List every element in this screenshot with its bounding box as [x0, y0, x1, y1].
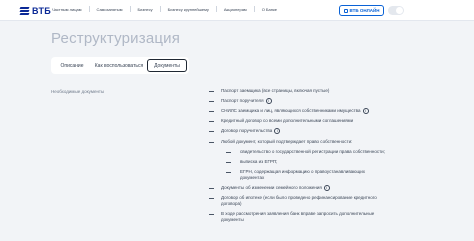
documents-list: Паспорт заемщика (все страницы, включая …: [209, 88, 389, 227]
nav-divider: [129, 6, 131, 12]
info-icon[interactable]: i: [265, 98, 272, 104]
required-documents-label: Необходимые документы: [51, 89, 105, 94]
dash-bullet: [226, 151, 231, 153]
nav-item-selfemployed[interactable]: Самозанятым: [97, 7, 123, 12]
document-text: выписка из ЕГРП;: [240, 158, 278, 164]
nav-item-shareholders[interactable]: Акционерам: [224, 7, 247, 12]
document-subitem: ЕГРН, содержащая информацию о правоустан…: [209, 169, 389, 181]
dash-bullet: [209, 121, 214, 123]
nav-divider: [159, 6, 161, 12]
document-text: СНИЛС заемщика и лиц, являющихся собстве…: [221, 108, 361, 114]
login-button-label: ВТБ ОНЛАЙН: [349, 8, 380, 13]
main-nav: Частным лицам Самозанятым Бизнесу Бизнес…: [52, 6, 284, 12]
dash-bullet: [209, 111, 214, 112]
nav-item-private[interactable]: Частным лицам: [52, 7, 82, 12]
accessibility-toggle[interactable]: [388, 6, 404, 15]
document-item: Договор поручительства i: [209, 128, 389, 135]
info-icon[interactable]: i: [323, 184, 330, 191]
nav-divider: [215, 6, 217, 12]
dash-bullet: [209, 197, 214, 199]
document-item: СНИЛС заемщика и лиц, являющихся собстве…: [209, 108, 389, 115]
nav-item-corporate[interactable]: Бизнесу крупнейшему: [168, 7, 209, 12]
document-text: Паспорт поручителя: [221, 98, 264, 104]
dash-bullet: [209, 91, 214, 92]
dash-bullet: [209, 101, 214, 102]
dash-bullet: [209, 131, 214, 133]
document-item: Любой документ, который подтверждает пра…: [209, 139, 389, 145]
document-text: Кредитный договор со всеми дополнительны…: [221, 118, 354, 124]
tab-description[interactable]: Описание: [53, 59, 91, 72]
document-item: Паспорт поручителя i: [209, 98, 389, 104]
nav-divider: [88, 6, 90, 12]
tab-how-to-use[interactable]: Как воспользоваться: [91, 59, 147, 72]
dash-bullet: [209, 187, 214, 189]
dash-bullet: [209, 141, 214, 143]
vtb-logo-icon: [19, 7, 30, 15]
top-header: ВТБ Частным лицам Самозанятым Бизнесу Би…: [0, 0, 474, 21]
document-text: Договор об ипотеке (если было проведено …: [221, 194, 377, 206]
tab-bar: Описание Как воспользоваться Документы: [51, 57, 189, 74]
info-icon[interactable]: i: [362, 108, 369, 115]
nav-item-business[interactable]: Бизнесу: [138, 7, 153, 12]
page-title: Реструктуризация: [51, 30, 181, 47]
document-text: Паспорт заемщика (все страницы, включая …: [221, 88, 330, 93]
document-text: В ходе рассмотрения заявления банк вправ…: [221, 210, 375, 222]
dash-bullet: [226, 161, 231, 163]
document-text: ЕГРН, содержащая информацию о правоустан…: [240, 168, 365, 180]
tab-documents[interactable]: Документы: [147, 59, 187, 72]
document-item: Кредитный договор со всеми дополнительны…: [209, 118, 389, 124]
document-item: Документы об изменении семейного положен…: [209, 184, 389, 191]
documents-section: Необходимые документы Паспорт заемщика (…: [0, 82, 474, 241]
document-item: Договор об ипотеке (если было проведено …: [209, 195, 389, 207]
document-text: Любой документ, который подтверждает пра…: [221, 138, 353, 144]
nav-item-about[interactable]: О Банке: [262, 7, 277, 12]
document-text: свидетельство о государственной регистра…: [240, 148, 385, 154]
document-text: Договор поручительства: [221, 128, 273, 134]
vtb-online-login-button[interactable]: ВТБ ОНЛАЙН: [339, 5, 384, 16]
nav-divider: [253, 6, 255, 12]
document-item: В ходе рассмотрения заявления банк вправ…: [209, 211, 389, 223]
dash-bullet: [209, 213, 214, 215]
document-text: Документы об изменении семейного положен…: [221, 184, 322, 190]
document-item: Паспорт заемщика (все страницы, включая …: [209, 88, 389, 94]
dash-bullet: [226, 171, 231, 173]
lock-icon: [343, 8, 348, 13]
toggle-knob: [396, 7, 403, 14]
document-subitem: свидетельство о государственной регистра…: [209, 149, 389, 155]
vtb-logo[interactable]: ВТБ: [19, 6, 52, 16]
document-subitem: выписка из ЕГРП;: [209, 159, 389, 165]
logo-text: ВТБ: [32, 6, 52, 16]
info-icon[interactable]: i: [274, 128, 281, 135]
